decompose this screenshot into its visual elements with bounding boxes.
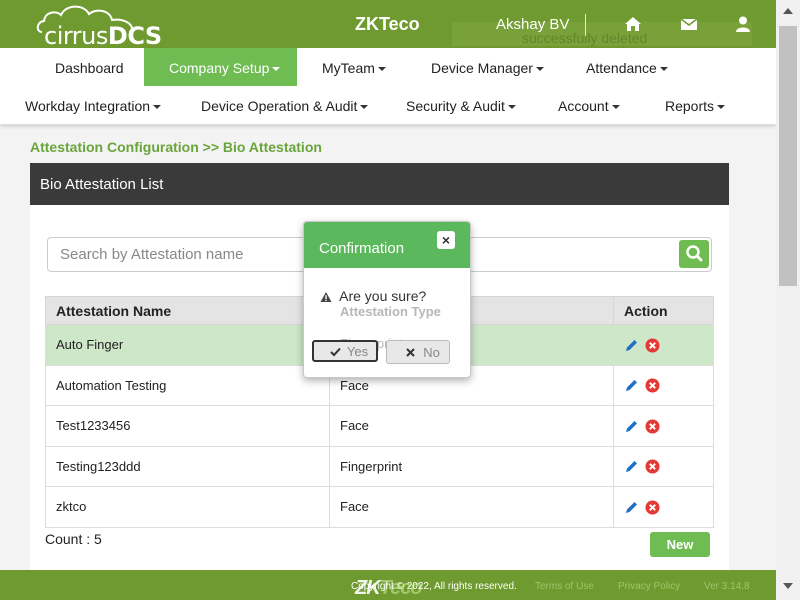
column-header[interactable]: Attestation Name: [45, 296, 330, 325]
table-row[interactable]: Test1233456 Face: [45, 405, 714, 447]
nav-myteam[interactable]: MyTeam: [322, 60, 386, 76]
dialog-message-row: Are you sure?: [320, 288, 426, 304]
table-row[interactable]: Testing123ddd Fingerprint: [45, 445, 714, 487]
action-cell: [613, 486, 714, 528]
new-button[interactable]: New: [650, 532, 710, 557]
delete-icon[interactable]: [645, 419, 660, 434]
action-cell: [613, 364, 714, 406]
edit-icon[interactable]: [624, 459, 639, 474]
attestation-type-cell: Fingerprint: [329, 445, 614, 487]
nav-workday-integration[interactable]: Workday Integration: [25, 98, 162, 114]
main-nav: Dashboard Company Setup MyTeam Device Ma…: [0, 48, 776, 125]
action-cell: [613, 445, 714, 487]
logo-text: cirrusDCS: [44, 22, 162, 50]
user-icon[interactable]: [734, 15, 752, 33]
brand-name: ZKTeco: [355, 14, 420, 34]
scroll-down-icon[interactable]: [783, 583, 793, 589]
breadcrumb: Attestation Configuration >> Bio Attesta…: [30, 139, 322, 155]
search-icon: [686, 245, 703, 262]
action-cell: [613, 324, 714, 366]
attestation-name-cell: zktco: [45, 486, 330, 528]
top-header: cirrusDCS successfully deleted ZKTeco Ak…: [0, 0, 776, 50]
terms-link[interactable]: Terms of Use: [535, 581, 594, 592]
nav-device-operation-audit[interactable]: Device Operation & Audit: [201, 98, 369, 114]
version-text: Ver 3.14.8: [704, 581, 750, 592]
delete-icon[interactable]: [645, 500, 660, 515]
yes-button[interactable]: Yes: [312, 340, 378, 362]
edit-icon[interactable]: [624, 378, 639, 393]
scrollbar-thumb[interactable]: [779, 26, 797, 286]
attestation-type-cell: Face: [329, 405, 614, 447]
table-row[interactable]: zktco Face: [45, 486, 714, 528]
chevron-down-icon: [272, 67, 281, 72]
scroll-up-icon[interactable]: [783, 8, 793, 14]
chevron-down-icon: [535, 67, 544, 72]
dialog-message: Are you sure?: [339, 288, 427, 304]
dialog-title: Confirmation: [319, 240, 405, 257]
attestation-name-cell: Testing123ddd: [45, 445, 330, 487]
dialog-header: Confirmation ×: [304, 222, 470, 268]
search-button[interactable]: [679, 240, 709, 268]
copyright-text: Copyright © 2022, All rights reserved.: [351, 581, 517, 592]
nav-reports[interactable]: Reports: [665, 98, 726, 114]
mail-icon[interactable]: [680, 15, 698, 33]
edit-icon[interactable]: [624, 500, 639, 515]
nav-security-audit[interactable]: Security & Audit: [406, 98, 516, 114]
close-icon[interactable]: ×: [437, 231, 455, 249]
chevron-down-icon: [659, 67, 668, 72]
ghost-column-header: Attestation Type: [340, 304, 441, 319]
nav-company-setup[interactable]: Company Setup: [144, 48, 297, 86]
chevron-down-icon: [153, 105, 162, 110]
attestation-type-cell: Face: [329, 486, 614, 528]
edit-icon[interactable]: [624, 338, 639, 353]
warning-icon: [320, 292, 332, 303]
footer: ZKTeco Copyright © 2022, All rights rese…: [0, 570, 776, 600]
action-cell: [613, 405, 714, 447]
no-button[interactable]: No: [386, 340, 450, 364]
user-name[interactable]: Akshay BV: [496, 16, 569, 33]
chevron-down-icon: [360, 105, 369, 110]
column-header: Action: [613, 296, 714, 325]
attestation-name-cell: Test1233456: [45, 405, 330, 447]
times-icon: [406, 348, 415, 357]
chevron-down-icon: [717, 105, 726, 110]
chevron-down-icon: [377, 67, 386, 72]
chevron-down-icon: [611, 105, 620, 110]
record-count: Count : 5: [45, 531, 102, 547]
home-icon[interactable]: [624, 15, 642, 33]
nav-attendance[interactable]: Attendance: [586, 60, 668, 76]
panel-title: Bio Attestation List: [30, 163, 729, 205]
page-scrollbar[interactable]: [776, 0, 800, 600]
confirmation-dialog: Confirmation × Are you sure? Fingerprint…: [303, 221, 471, 378]
attestation-name-cell: Auto Finger: [45, 324, 330, 366]
nav-account[interactable]: Account: [558, 98, 620, 114]
nav-dashboard[interactable]: Dashboard: [55, 60, 124, 76]
delete-icon[interactable]: [645, 378, 660, 393]
nav-device-manager[interactable]: Device Manager: [431, 60, 544, 76]
attestation-name-cell: Automation Testing: [45, 364, 330, 406]
header-divider: [585, 14, 586, 36]
delete-icon[interactable]: [645, 459, 660, 474]
privacy-link[interactable]: Privacy Policy: [618, 581, 680, 592]
chevron-down-icon: [507, 105, 516, 110]
edit-icon[interactable]: [624, 419, 639, 434]
check-icon: [330, 347, 341, 356]
delete-icon[interactable]: [645, 338, 660, 353]
